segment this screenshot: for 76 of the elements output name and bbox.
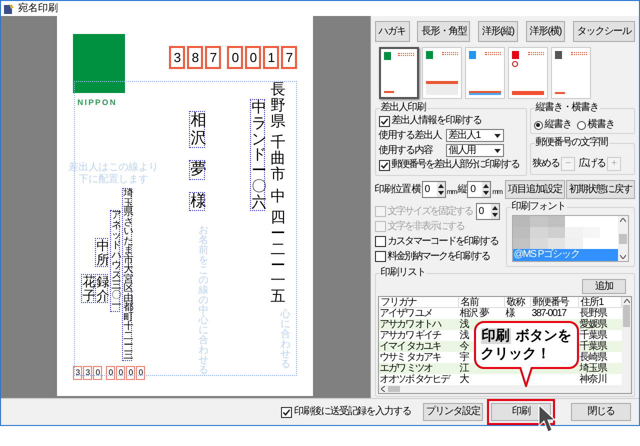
table-cell: エガワ ミツオ (380, 363, 432, 374)
guide-text: お名前をこの線の中心に合わせる (198, 226, 208, 376)
checkbox-label: 文字サイズを固定する (388, 206, 473, 218)
table-cell: アサカワ オトハ (380, 319, 440, 330)
postal-code-digit: 7 (281, 46, 298, 69)
radio-label: 横書き (588, 119, 615, 131)
table-cell: アイザワ ユメ (380, 308, 432, 319)
table-cell: 長崎県 (580, 352, 607, 363)
table-cell: 浅 (460, 330, 469, 341)
field-label: 横 (412, 184, 421, 196)
table-cell: 387-0017 (532, 308, 566, 319)
postal-code-digit: 0 (227, 46, 244, 69)
sender-address: アネッドハウス三〇一 (110, 210, 120, 312)
field-label: 印刷位置 (374, 184, 411, 196)
checkbox-label: 郵便番号を差出人部分に印刷する (392, 159, 520, 171)
window-title: 宛名印刷 (18, 2, 58, 14)
sender-postal-digit: 0 (93, 366, 102, 380)
checkbox-label: 料金別納マークを印刷する (388, 250, 490, 262)
table-cell: 江 (460, 363, 469, 374)
radio-label: 縦書き (544, 119, 572, 131)
table-cell: アサカワ ギイチ (380, 330, 440, 341)
field-label: 縦 (457, 184, 466, 196)
sender-postal-digit: 0 (136, 366, 146, 380)
spacing-label: 広げる (578, 158, 606, 170)
postal-code-digit: 3 (169, 46, 186, 69)
sender-name: 花子 (81, 274, 94, 304)
group-title: 印刷リスト (380, 267, 427, 279)
table-cell: 長野県 (580, 308, 607, 319)
table-cell: 相沢 夢 (460, 308, 488, 319)
group-title: 郵便番号の文字間 (534, 137, 609, 149)
table-cell: 千葉県 (580, 341, 607, 352)
table-cell: 様 (506, 308, 515, 319)
recipient-name: 夢 (189, 160, 206, 180)
table-cell: 浅 (460, 319, 469, 330)
sender-postal-digit: 0 (116, 366, 126, 380)
recipient-address: 四ー二ー一五 (270, 210, 286, 305)
table-cell: 愛媛県 (580, 319, 607, 330)
table-cell: オオツボ タケヒデ (380, 374, 449, 385)
sender-postal-digit: 0 (106, 366, 116, 380)
table-cell: 千葉県 (580, 330, 607, 341)
checkbox-label: 差出人情報を印刷する (392, 115, 482, 127)
sender-name: 中所 (95, 238, 108, 268)
group-title: 縦書き・横書き (534, 102, 600, 114)
recipient-name: 相沢 (189, 111, 206, 148)
checkbox-label: 印刷後に送受記録を入力する (294, 406, 411, 418)
guide-text: 心に合わせる (280, 310, 290, 370)
table-cell: 今 (460, 341, 469, 352)
postal-code-digit: 1 (263, 46, 280, 69)
sender-address: 埼玉県さいたま市大宮区由都町十二ー三 (122, 188, 132, 361)
recipient-address: 中ランドー〇六 (250, 99, 266, 212)
group-title: 印刷フォント (510, 201, 567, 213)
table-cell: 神奈川 (580, 374, 607, 385)
recipient-address: 長野県 (270, 82, 286, 130)
postal-code-digit: 0 (245, 46, 262, 69)
sender-postal-digit: 3 (83, 366, 92, 380)
sender-postal-digit: 3 (73, 366, 82, 380)
postal-code-digit: 8 (187, 46, 204, 69)
table-cell: 大 (460, 374, 469, 385)
postal-code-digit: 7 (205, 46, 222, 69)
table-cell: イマイ タカユキ (380, 341, 440, 352)
checkbox-label: 文字を非表示にする (388, 220, 464, 232)
field-label: 使用する内容 (378, 144, 434, 156)
recipient-address: 千曲市 (270, 135, 286, 182)
sender-name: 録介 (95, 274, 108, 304)
guide-text: 差出人はこの線より下に配置します (67, 162, 160, 186)
logo-text: NIPPON (77, 97, 117, 109)
checkbox-label: カスタマーコードを印刷する (388, 236, 498, 248)
group-title: 差出人印刷 (380, 102, 427, 114)
sender-postal-digit: 0 (126, 366, 136, 380)
recipient-address: 中 (270, 188, 286, 204)
table-cell: 宇 (460, 352, 469, 363)
table-cell: 埼玉県 (580, 363, 607, 374)
spacing-label: 狭める (532, 158, 560, 170)
table-cell: ウサミ タカアキ (380, 352, 440, 363)
recipient-name: 様 (189, 192, 206, 212)
field-label: 使用する差出人 (378, 130, 443, 142)
